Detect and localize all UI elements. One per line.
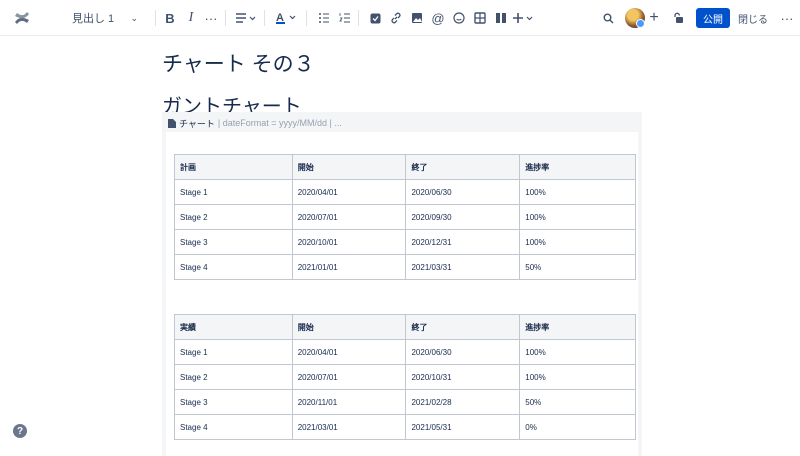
macro-header[interactable]: チャート | dateFormat = yyyy/MM/dd | ... <box>168 115 342 131</box>
bold-button[interactable]: B <box>159 0 181 36</box>
bullet-list-icon[interactable] <box>313 0 335 36</box>
table-cell[interactable]: 2021/05/31 <box>405 414 521 440</box>
macro-body: 計画 開始 終了 進捗率 Stage 1 2020/04/01 2020/06/… <box>166 132 638 456</box>
table-cell[interactable]: 100% <box>519 339 636 365</box>
table-cell[interactable]: 100% <box>519 229 636 255</box>
table-row: Stage 4 2021/01/01 2021/03/31 50% <box>174 254 636 280</box>
table-icon[interactable] <box>469 0 491 36</box>
table-cell[interactable]: 100% <box>519 204 636 230</box>
table-cell[interactable]: 2020/07/01 <box>291 204 407 230</box>
mention-icon[interactable]: @ <box>427 0 449 36</box>
help-icon[interactable]: ? <box>13 424 27 438</box>
table-cell[interactable]: 100% <box>519 364 636 390</box>
table-cell[interactable]: 50% <box>519 254 636 280</box>
table-cell[interactable]: 2021/01/01 <box>291 254 407 280</box>
table-header-row: 実績 開始 終了 進捗率 <box>174 314 636 340</box>
editor-toolbar: 見出し 1 ⌄ B I ··· A @ + 公開 閉じる ··· <box>0 0 800 36</box>
emoji-icon[interactable] <box>448 0 470 36</box>
publish-button[interactable]: 公開 <box>696 8 730 28</box>
plan-table: 計画 開始 終了 進捗率 Stage 1 2020/04/01 2020/06/… <box>174 154 636 280</box>
table-cell[interactable]: 2021/02/28 <box>405 389 521 415</box>
toolbar-divider <box>264 10 265 26</box>
table-row: Stage 2 2020/07/01 2020/09/30 100% <box>174 204 636 230</box>
table-header-cell[interactable]: 開始 <box>291 154 407 180</box>
table-header-cell[interactable]: 計画 <box>174 154 293 180</box>
link-icon[interactable] <box>385 0 407 36</box>
table-cell[interactable]: 0% <box>519 414 636 440</box>
table-cell[interactable]: Stage 1 <box>174 339 293 365</box>
table-row: Stage 4 2021/03/01 2021/05/31 0% <box>174 414 636 440</box>
table-header-cell[interactable]: 終了 <box>405 314 521 340</box>
table-cell[interactable]: 2020/06/30 <box>405 339 521 365</box>
table-cell[interactable]: 2020/10/31 <box>405 364 521 390</box>
close-button[interactable]: 閉じる <box>736 8 770 28</box>
actual-table: 実績 開始 終了 進捗率 Stage 1 2020/04/01 2020/06/… <box>174 314 636 440</box>
text-color-button[interactable]: A <box>273 0 301 36</box>
table-cell[interactable]: Stage 4 <box>174 414 293 440</box>
document-icon <box>168 118 176 128</box>
toolbar-divider <box>225 10 226 26</box>
table-cell[interactable]: 2020/04/01 <box>291 339 407 365</box>
table-row: Stage 2 2020/07/01 2020/10/31 100% <box>174 364 636 390</box>
table-cell[interactable]: 2020/07/01 <box>291 364 407 390</box>
layout-columns-icon[interactable] <box>490 0 512 36</box>
action-item-icon[interactable] <box>364 0 386 36</box>
table-cell[interactable]: 50% <box>519 389 636 415</box>
table-header-cell[interactable]: 進捗率 <box>519 314 636 340</box>
table-cell[interactable]: 2020/04/01 <box>291 179 407 205</box>
more-formatting-icon[interactable]: ··· <box>200 0 222 36</box>
restrictions-lock-icon[interactable] <box>667 0 689 36</box>
italic-button[interactable]: I <box>180 0 202 36</box>
table-cell[interactable]: 2020/06/30 <box>405 179 521 205</box>
table-cell[interactable]: Stage 4 <box>174 254 293 280</box>
invite-plus-icon[interactable]: + <box>643 0 665 36</box>
chevron-down-icon: ⌄ <box>130 12 138 23</box>
table-header-cell[interactable]: 実績 <box>174 314 293 340</box>
heading-select[interactable]: 見出し 1 ⌄ <box>56 0 146 36</box>
text-align-button[interactable] <box>232 0 260 36</box>
macro-name: チャート <box>179 118 215 129</box>
table-cell[interactable]: 2020/09/30 <box>405 204 521 230</box>
table-cell[interactable]: Stage 3 <box>174 229 293 255</box>
search-icon[interactable] <box>597 0 619 36</box>
table-cell[interactable]: 2020/12/31 <box>405 229 521 255</box>
table-cell[interactable]: 2021/03/01 <box>291 414 407 440</box>
macro-params: | dateFormat = yyyy/MM/dd | ... <box>217 118 342 128</box>
image-icon[interactable] <box>406 0 428 36</box>
table-cell[interactable]: Stage 3 <box>174 389 293 415</box>
table-cell[interactable]: 2020/10/01 <box>291 229 407 255</box>
toolbar-divider <box>358 10 359 26</box>
table-row: Stage 3 2020/10/01 2020/12/31 100% <box>174 229 636 255</box>
toolbar-divider <box>155 10 156 26</box>
insert-more-button[interactable] <box>510 0 538 36</box>
table-cell[interactable]: 2021/03/31 <box>405 254 521 280</box>
table-header-cell[interactable]: 進捗率 <box>519 154 636 180</box>
chart-macro[interactable]: チャート | dateFormat = yyyy/MM/dd | ... 計画 … <box>162 112 642 456</box>
table-header-row: 計画 開始 終了 進捗率 <box>174 154 636 180</box>
table-header-cell[interactable]: 終了 <box>405 154 521 180</box>
table-header-cell[interactable]: 開始 <box>291 314 407 340</box>
heading-select-value: 見出し 1 <box>72 13 115 25</box>
numbered-list-icon[interactable] <box>334 0 356 36</box>
table-cell[interactable]: 2020/11/01 <box>291 389 407 415</box>
table-cell[interactable]: Stage 2 <box>174 364 293 390</box>
more-options-icon[interactable]: ··· <box>776 0 798 36</box>
confluence-logo-icon[interactable] <box>12 0 32 36</box>
table-row: Stage 3 2020/11/01 2021/02/28 50% <box>174 389 636 415</box>
page-title[interactable]: チャート その３ <box>162 48 315 78</box>
table-row: Stage 1 2020/04/01 2020/06/30 100% <box>174 339 636 365</box>
table-row: Stage 1 2020/04/01 2020/06/30 100% <box>174 179 636 205</box>
table-cell[interactable]: Stage 1 <box>174 179 293 205</box>
toolbar-divider <box>306 10 307 26</box>
table-cell[interactable]: Stage 2 <box>174 204 293 230</box>
table-cell[interactable]: 100% <box>519 179 636 205</box>
